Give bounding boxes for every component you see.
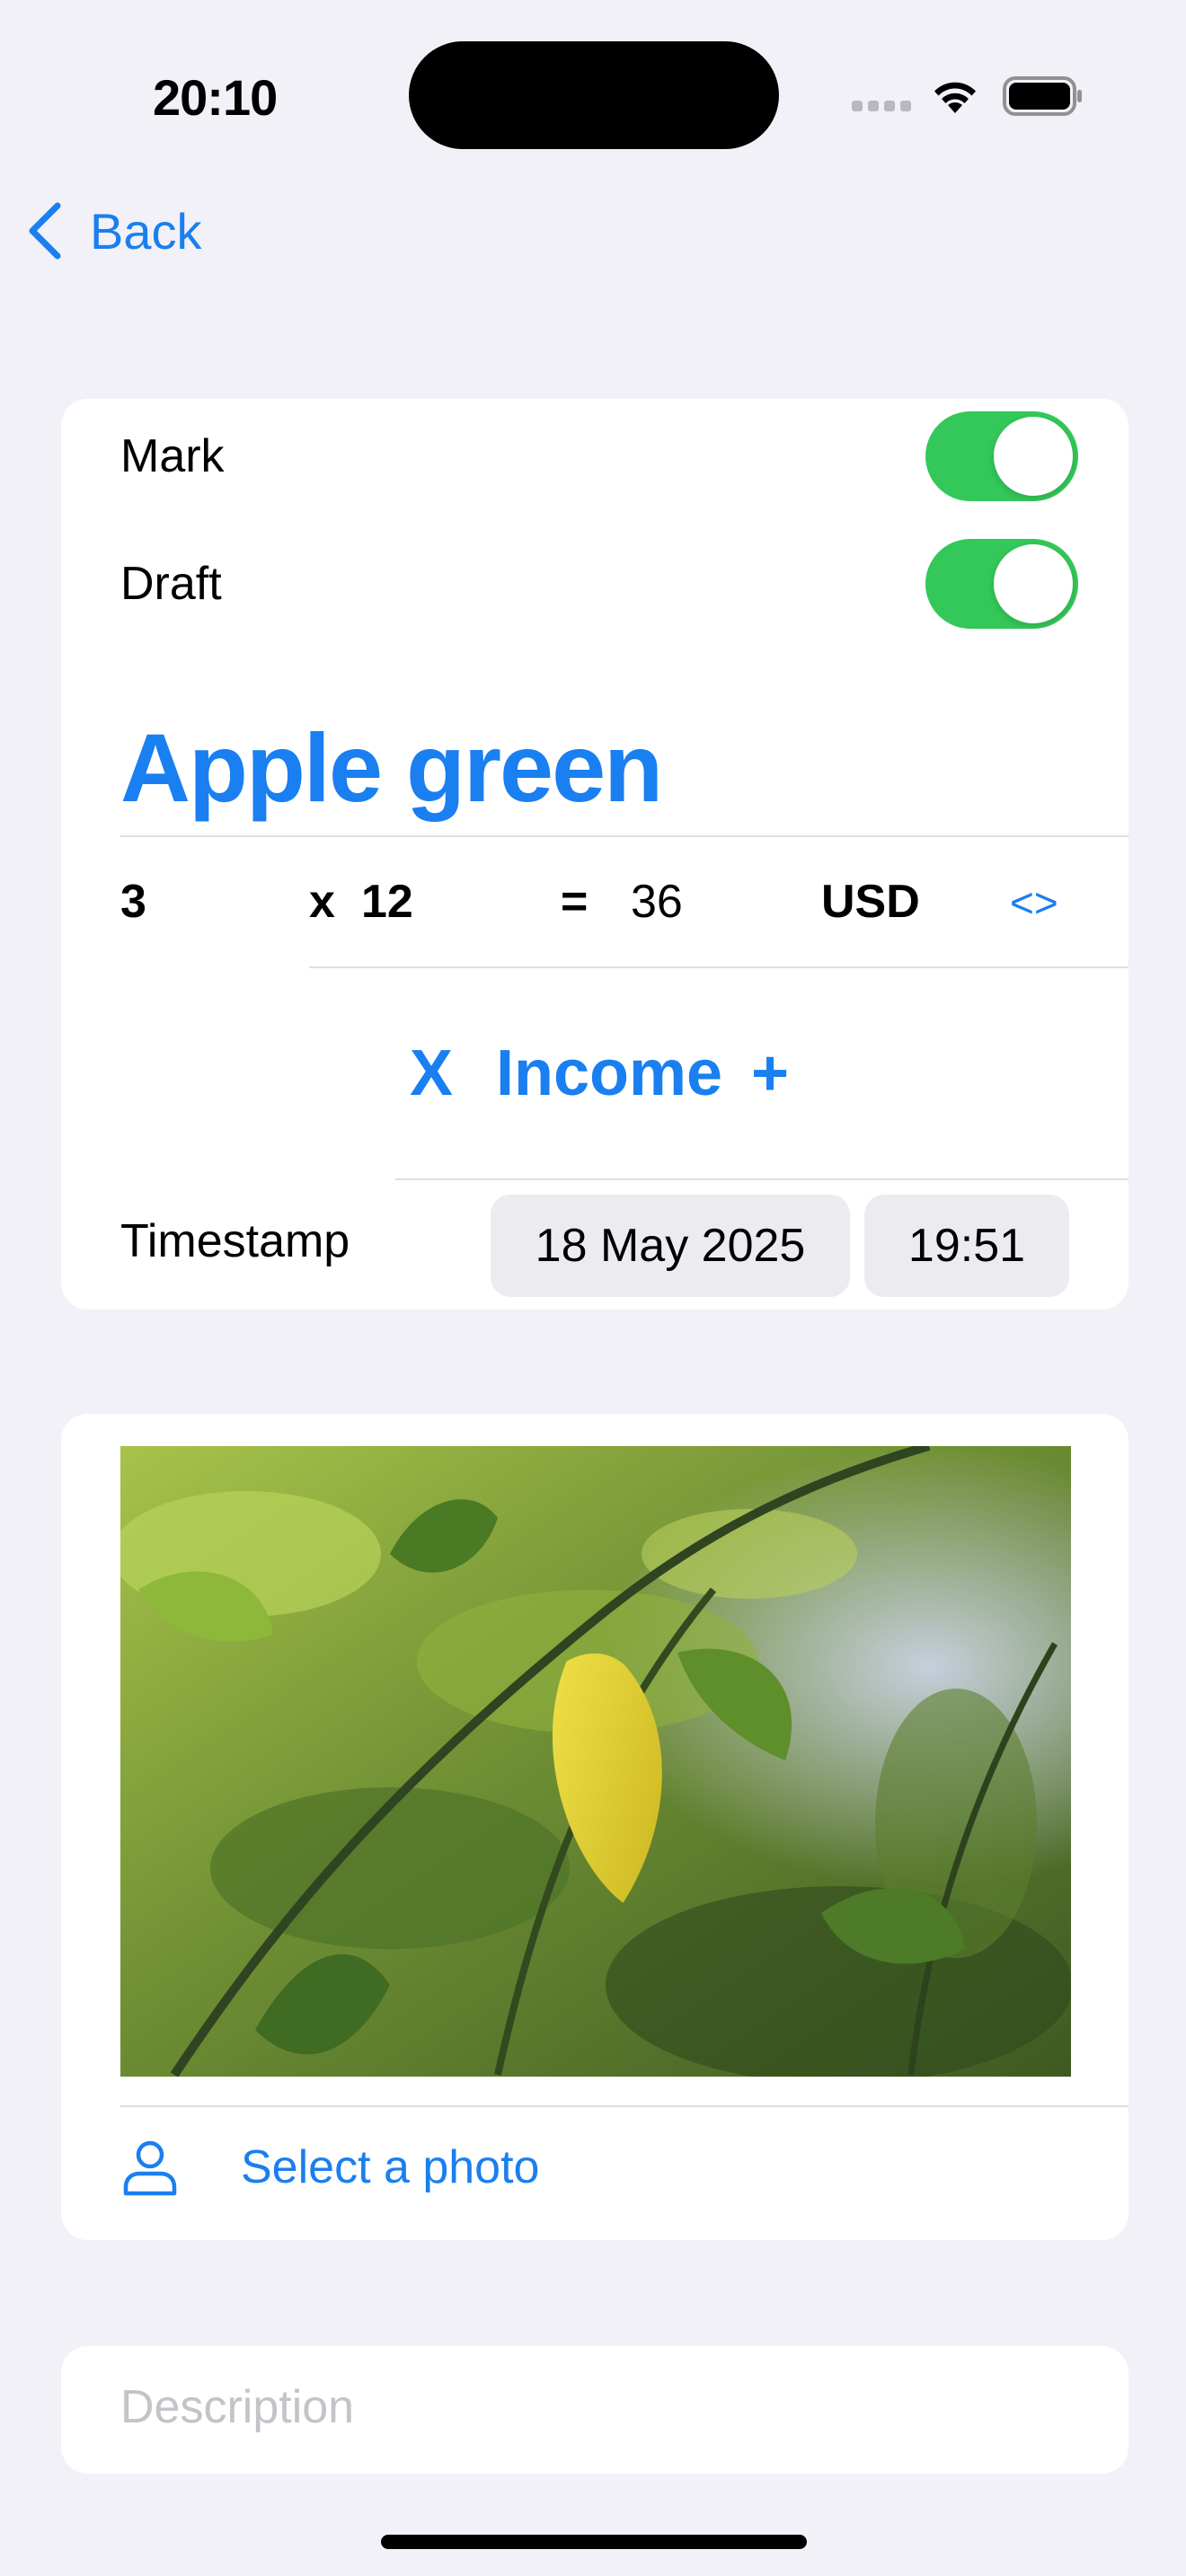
select-photo-button[interactable]: Select a photo — [120, 2129, 539, 2206]
mark-toggle[interactable] — [925, 411, 1078, 501]
time-picker[interactable]: 19:51 — [864, 1195, 1069, 1297]
wifi-icon — [934, 82, 976, 113]
date-picker[interactable]: 18 May 2025 — [491, 1195, 850, 1297]
mark-label: Mark — [120, 430, 225, 482]
timestamp-label: Timestamp — [120, 1215, 350, 1267]
select-photo-label: Select a photo — [241, 2141, 540, 2193]
description-card — [61, 2346, 1128, 2474]
divider — [120, 2105, 1128, 2107]
back-button[interactable]: Back — [25, 199, 202, 262]
person-icon — [123, 2140, 177, 2196]
description-input[interactable] — [120, 2380, 1073, 2434]
signal-icon — [852, 101, 911, 111]
chevron-left-icon — [29, 202, 61, 260]
quantity-field[interactable]: 3 — [120, 875, 146, 929]
status-time: 20:10 — [153, 69, 278, 126]
back-label: Back — [90, 202, 202, 260]
screen: 20:10 Back Mark Draft Apple green 3 x 12… — [0, 0, 1186, 2576]
currency-field[interactable]: USD — [821, 875, 920, 929]
equals-sign: = — [561, 876, 589, 928]
draft-toggle[interactable] — [925, 539, 1078, 629]
total-value: 36 — [631, 876, 683, 928]
leaf-photo — [120, 1446, 1071, 2077]
draft-label: Draft — [120, 558, 222, 610]
swap-button[interactable]: <> — [1010, 878, 1058, 927]
unit-price-field[interactable]: 12 — [361, 875, 413, 929]
item-name[interactable]: Apple green — [120, 711, 663, 824]
type-label[interactable]: Income — [496, 1037, 722, 1110]
clear-type-button[interactable]: X — [410, 1037, 453, 1110]
battery-icon — [1003, 76, 1082, 116]
add-type-button[interactable]: + — [751, 1037, 789, 1110]
divider — [395, 1178, 1128, 1180]
times-sign: x — [309, 876, 335, 928]
photo-card: Select a photo — [61, 1414, 1128, 2240]
divider — [120, 835, 1128, 837]
divider — [309, 966, 1128, 968]
dynamic-island — [409, 41, 779, 149]
home-indicator — [381, 2535, 807, 2549]
entry-card: Mark Draft Apple green 3 x 12 = 36 USD <… — [61, 399, 1128, 1310]
